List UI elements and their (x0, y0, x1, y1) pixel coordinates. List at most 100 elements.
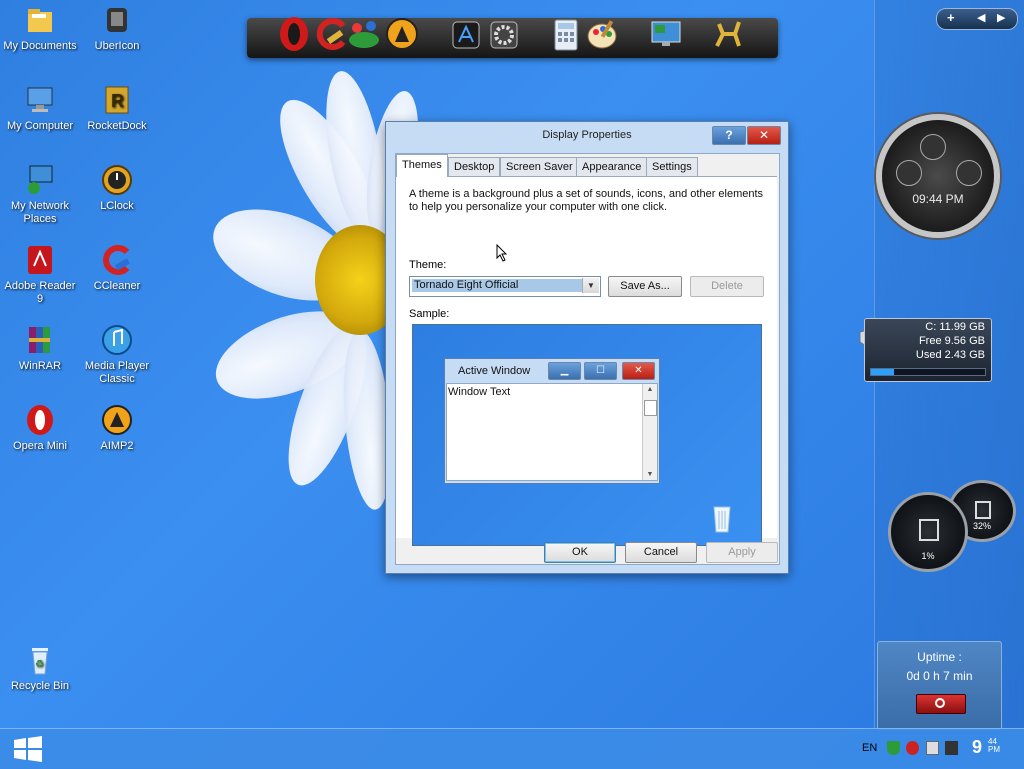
dialog-panel: Themes Desktop Screen Saver Appearance S… (395, 153, 780, 565)
clock-subdial (920, 134, 946, 160)
recycle-bin-icon: ♻ (24, 644, 56, 676)
memory-icon (975, 501, 991, 519)
monitor-icon[interactable] (925, 740, 939, 755)
theme-select[interactable]: Tornado Eight Official ▼ (409, 276, 601, 297)
preview-window-body: Window Text ▲ ▼ (446, 383, 658, 481)
save-as-button[interactable]: Save As... (608, 276, 682, 297)
network-error-icon[interactable] (906, 740, 920, 755)
cpu-meter-gadget[interactable]: 1% (888, 492, 968, 572)
deer-icon[interactable] (711, 16, 745, 52)
clock-gadget[interactable]: 09:44 PM (876, 114, 1000, 238)
uptime-gadget: Uptime : 0d 0 h 7 min (877, 641, 1002, 730)
opera-icon[interactable] (277, 16, 311, 52)
tab-appearance[interactable]: Appearance (576, 157, 648, 177)
calculator-icon[interactable] (549, 16, 583, 52)
preview-active-window: Active Window ▁ ☐ ✕ Window Text ▲ ▼ (444, 358, 660, 484)
apply-button[interactable]: Apply (706, 542, 778, 563)
desktop-icon-aimp2[interactable]: AIMP2 (77, 404, 157, 453)
clock-subdial (956, 160, 982, 186)
ubericon-tray-icon[interactable] (945, 740, 959, 755)
settings-icon[interactable] (487, 16, 521, 52)
opera-icon (24, 404, 56, 436)
adobe-reader-icon (24, 244, 56, 276)
uptime-value: 0d 0 h 7 min (906, 669, 973, 683)
clock-subdial (896, 160, 922, 186)
chevron-down-icon[interactable]: ▼ (582, 278, 599, 293)
rocketdock-bar (247, 16, 778, 58)
winrar-icon (24, 324, 56, 356)
desktop-icon-ubericon[interactable]: UberIcon (77, 4, 157, 53)
desktop-icon-media-player-classic[interactable]: Media Player Classic (77, 324, 157, 386)
ubericon-icon (101, 4, 133, 36)
rocketdock-icon: R (101, 84, 133, 116)
dialog-titlebar[interactable]: Display Properties ? ✕ (386, 122, 788, 148)
drive-gadget[interactable]: C: 11.99 GB Free 9.56 GB Used 2.43 GB (864, 318, 992, 382)
media-player-icon (101, 324, 133, 356)
preview-window-title: Active Window (458, 365, 531, 377)
add-gadget-button[interactable]: + (947, 10, 955, 25)
desktop-icon-label: RocketDock (87, 120, 147, 132)
theme-select-value: Tornado Eight Official (412, 279, 582, 292)
desktop-icon-label: Opera Mini (13, 440, 67, 452)
theme-label: Theme: (409, 259, 447, 271)
power-icon (935, 698, 945, 708)
network-icon[interactable] (347, 16, 381, 52)
display-icon[interactable] (649, 16, 683, 52)
paint-icon[interactable] (585, 16, 619, 52)
clock-hour: 9 (972, 737, 983, 757)
network-icon (24, 164, 56, 196)
mouse-cursor-icon (496, 243, 508, 265)
desktop-icon-label: WinRAR (18, 360, 62, 372)
sidebar-controls: + ◀ ▶ (936, 8, 1018, 30)
next-gadget-button[interactable]: ▶ (997, 11, 1005, 24)
desktop-icon-adobe-reader[interactable]: Adobe Reader 9 (0, 244, 80, 306)
shield-icon[interactable] (887, 740, 900, 755)
desktop-icon-label: UberIcon (94, 40, 140, 52)
close-button[interactable]: ✕ (747, 126, 781, 145)
desktop-icon-recycle-bin[interactable]: ♻ Recycle Bin (0, 644, 80, 693)
sample-label: Sample: (409, 308, 450, 320)
desktop-icon-label: My Computer (6, 120, 74, 132)
app-store-icon[interactable] (449, 16, 483, 52)
desktop-icon-label: My Documents (3, 40, 77, 52)
desktop-icon-rocketdock[interactable]: R RocketDock (77, 84, 157, 133)
tab-settings[interactable]: Settings (646, 157, 698, 177)
cancel-button[interactable]: Cancel (625, 542, 697, 563)
theme-sample-preview: Active Window ▁ ☐ ✕ Window Text ▲ ▼ (412, 324, 762, 546)
tab-themes[interactable]: Themes (396, 154, 448, 177)
svg-text:R: R (111, 91, 124, 111)
help-button[interactable]: ? (712, 126, 746, 145)
desktop-icon-winrar[interactable]: WinRAR (0, 324, 80, 373)
theme-description: A theme is a background plus a set of so… (409, 188, 764, 213)
shutdown-button[interactable] (916, 694, 966, 714)
themes-tab-page: A theme is a background plus a set of so… (396, 176, 777, 546)
desktop-icon-lclock[interactable]: LClock (77, 164, 157, 213)
start-button[interactable] (12, 736, 44, 762)
desktop-icon-opera-mini[interactable]: Opera Mini (0, 404, 80, 453)
ok-button[interactable]: OK (544, 542, 616, 563)
delete-button[interactable]: Delete (690, 276, 764, 297)
drive-free: Free 9.56 GB (918, 335, 985, 347)
close-icon: ✕ (622, 362, 655, 380)
clock-time: 09:44 PM (912, 192, 964, 206)
desktop-icon-ccleaner[interactable]: CCleaner (77, 244, 157, 293)
taskbar-clock[interactable]: 9 44 PM (972, 737, 1000, 758)
windows-logo-icon (14, 736, 42, 762)
language-indicator[interactable]: EN (862, 742, 877, 754)
tab-screen-saver[interactable]: Screen Saver (500, 157, 579, 177)
desktop-icon-my-network-places[interactable]: My Network Places (0, 164, 80, 226)
svg-text:♻: ♻ (35, 659, 44, 670)
prev-gadget-button[interactable]: ◀ (977, 11, 985, 24)
taskbar: EN 9 44 PM (0, 728, 1024, 769)
aimp-icon[interactable] (385, 16, 419, 52)
desktop-icon-label: Media Player Classic (84, 360, 150, 385)
ccleaner-icon[interactable] (313, 16, 347, 52)
cpu-value: 1% (921, 551, 935, 561)
desktop-icon-my-documents[interactable]: My Documents (0, 4, 80, 53)
desktop-icon-label: Recycle Bin (10, 680, 70, 692)
tab-desktop[interactable]: Desktop (448, 157, 501, 177)
ccleaner-icon (101, 244, 133, 276)
folder-icon (24, 4, 56, 36)
desktop-icon-my-computer[interactable]: My Computer (0, 84, 80, 133)
minimize-icon: ▁ (548, 362, 581, 380)
